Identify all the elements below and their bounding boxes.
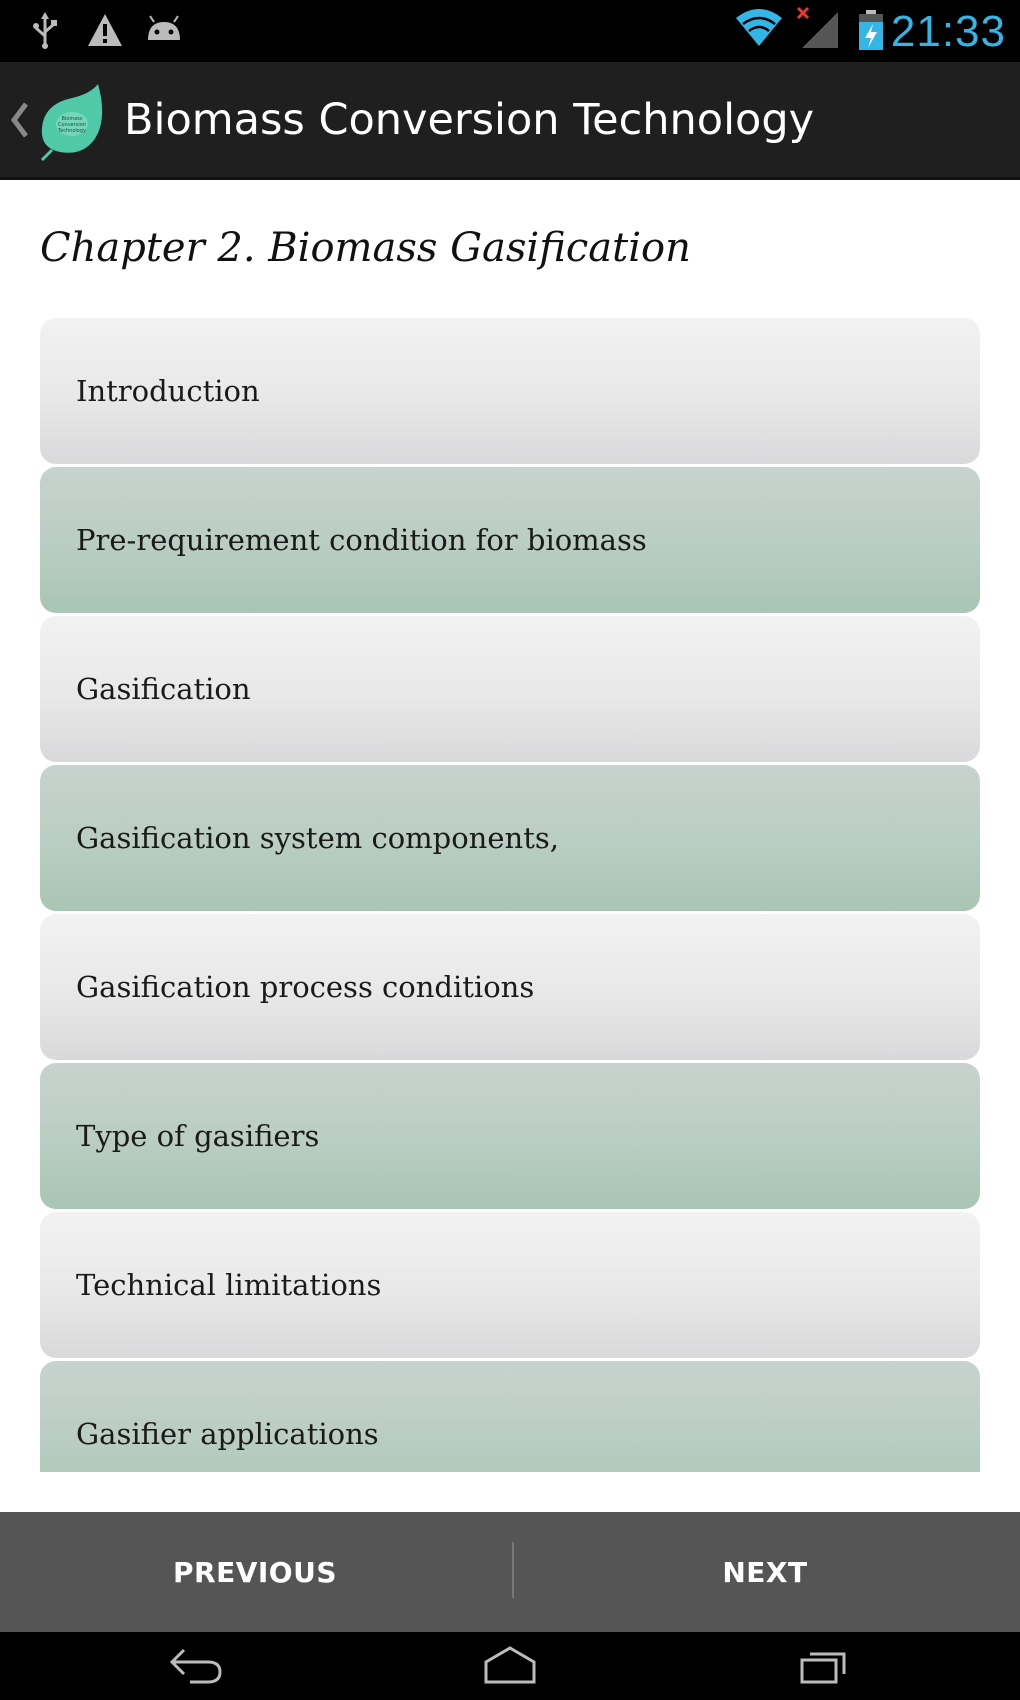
app-title: Biomass Conversion Technology (124, 95, 815, 145)
list-item-label: Pre-requirement condition for biomass (76, 523, 647, 557)
list-item-introduction[interactable]: Introduction (40, 318, 980, 464)
previous-button[interactable]: PREVIOUS (0, 1512, 510, 1632)
recents-icon[interactable] (784, 1642, 864, 1690)
list-item-process-conditions[interactable]: Gasification process conditions (40, 914, 980, 1060)
topic-list: Introduction Pre-requirement condition f… (40, 318, 980, 1472)
list-item-label: Introduction (76, 374, 260, 408)
list-item-label: Gasification (76, 672, 251, 706)
bottom-button-bar: PREVIOUS NEXT (0, 1512, 1020, 1632)
list-item-pre-requirement[interactable]: Pre-requirement condition for biomass (40, 467, 980, 613)
screen: 21:33 Biomass Conversion Technology Biom… (0, 0, 1020, 1700)
list-item-technical-limitations[interactable]: Technical limitations (40, 1212, 980, 1358)
up-caret-icon[interactable] (8, 100, 32, 144)
list-item-gasification[interactable]: Gasification (40, 616, 980, 762)
list-item-system-components[interactable]: Gasification system components, (40, 765, 980, 911)
list-item-gasifier-applications[interactable]: Gasifier applications (40, 1361, 980, 1472)
android-icon (144, 10, 184, 54)
usb-icon (30, 10, 60, 54)
action-bar: Biomass Conversion Technology Biomass Co… (0, 62, 1020, 180)
home-icon[interactable] (470, 1642, 550, 1690)
svg-text:Technology: Technology (57, 128, 86, 134)
navigation-bar (0, 1632, 1020, 1700)
list-item-label: Gasifier applications (76, 1417, 379, 1451)
warning-icon (86, 10, 124, 54)
list-item-label: Gasification system components, (76, 821, 559, 855)
status-bar: 21:33 (0, 0, 1020, 62)
wifi-icon (734, 8, 784, 52)
list-item-label: Gasification process conditions (76, 970, 535, 1004)
next-button[interactable]: NEXT (510, 1512, 1020, 1632)
list-item-label: Technical limitations (76, 1268, 382, 1302)
list-item-label: Type of gasifiers (76, 1119, 320, 1153)
back-icon[interactable] (156, 1642, 236, 1690)
status-clock: 21:33 (890, 7, 1006, 56)
list-item-gasifier-types[interactable]: Type of gasifiers (40, 1063, 980, 1209)
battery-icon (856, 8, 886, 56)
chapter-title: Chapter 2. Biomass Gasification (40, 225, 691, 271)
signal-icon (796, 6, 840, 54)
leaf-logo-icon[interactable]: Biomass Conversion Technology (38, 80, 110, 166)
